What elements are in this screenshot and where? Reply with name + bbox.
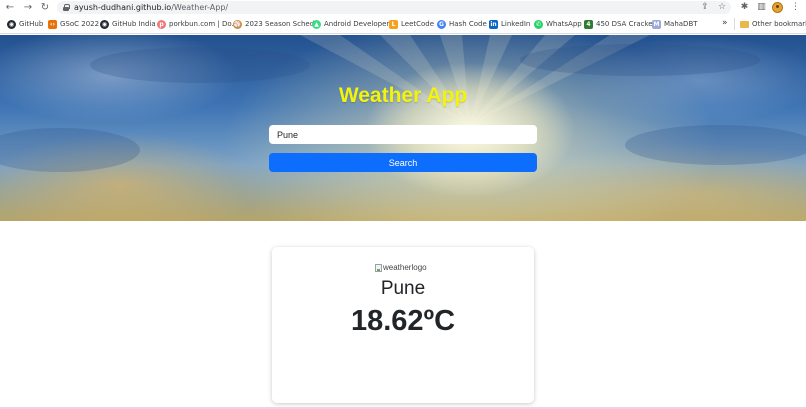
weather-logo-alt-text: weatherlogo bbox=[383, 263, 427, 272]
bookmark-gsoc[interactable]: ‹› GSoC 2022 bbox=[48, 15, 99, 33]
bookmark-github-india[interactable]: ◉ GitHub India bbox=[100, 15, 156, 33]
leetcode-icon: L bbox=[389, 19, 398, 29]
bookmarks-bar: ◉ GitHub ‹› GSoC 2022 ◉ GitHub India p porkb… bbox=[0, 15, 806, 34]
hero-banner: Weather App Search bbox=[0, 35, 806, 221]
other-bookmarks-label: Other bookmarks bbox=[752, 20, 806, 28]
menu-icon[interactable]: ⋮ bbox=[789, 1, 802, 14]
bookmark-label: LeetCode bbox=[401, 20, 435, 28]
share-icon[interactable]: ⇪ bbox=[699, 1, 711, 14]
android-icon: ▲ bbox=[312, 19, 321, 29]
baseball-icon: ⚾ bbox=[233, 19, 242, 29]
address-url[interactable]: ayush-dudhani.github.io/Weather-App/ bbox=[74, 1, 228, 14]
bookmark-mahadbt[interactable]: M MahaDBT bbox=[652, 15, 698, 33]
whatsapp-icon: ✆ bbox=[534, 19, 543, 29]
url-path: /Weather-App/ bbox=[171, 3, 229, 12]
bookmark-label: 2023 Season Sched... bbox=[245, 20, 321, 28]
bookmark-linkedin[interactable]: in LinkedIn bbox=[489, 15, 530, 33]
google-icon: G bbox=[437, 19, 446, 29]
bookmark-hash-code[interactable]: G Hash Code bbox=[437, 15, 487, 33]
bookmarks-separator bbox=[734, 18, 735, 30]
github-icon: ◉ bbox=[100, 19, 109, 29]
github-icon: ◉ bbox=[7, 19, 16, 29]
forward-icon[interactable]: → bbox=[22, 1, 34, 14]
bookmark-label: GitHub bbox=[19, 20, 44, 28]
city-name: Pune bbox=[380, 278, 426, 299]
bookmark-github[interactable]: ◉ GitHub bbox=[7, 15, 43, 33]
bookmark-label: porkbun.com | Do... bbox=[169, 20, 239, 28]
bookmark-star-icon[interactable]: ☆ bbox=[716, 1, 728, 14]
gsoc-icon: ‹› bbox=[48, 19, 57, 29]
bookmark-dsa-cracker[interactable]: 4 450 DSA Cracker bbox=[584, 15, 655, 33]
bookmark-label: Hash Code bbox=[449, 20, 487, 28]
profile-avatar[interactable] bbox=[772, 2, 783, 13]
bookmark-label: GitHub India bbox=[112, 20, 156, 28]
weather-card: weatherlogo Pune 18.62ºC bbox=[272, 247, 534, 403]
dsa-icon: 4 bbox=[584, 19, 593, 29]
bookmark-label: MahaDBT bbox=[664, 20, 698, 28]
back-icon[interactable]: ← bbox=[4, 1, 16, 14]
lock-icon[interactable] bbox=[63, 4, 70, 11]
city-search-input[interactable] bbox=[269, 125, 537, 144]
bookmark-label: 450 DSA Cracker bbox=[596, 20, 656, 28]
url-host: ayush-dudhani.github.io bbox=[74, 3, 172, 12]
bookmark-label: WhatsApp bbox=[546, 20, 582, 28]
bookmark-leetcode[interactable]: L LeetCode bbox=[389, 15, 434, 33]
address-bar[interactable]: ayush-dudhani.github.io/Weather-App/ ⇪ ☆ bbox=[57, 1, 731, 14]
bookmark-android-developers[interactable]: ▲ Android Developers bbox=[312, 15, 393, 33]
linkedin-icon: in bbox=[489, 19, 498, 29]
porkbun-icon: p bbox=[157, 19, 166, 29]
bookmark-label: LinkedIn bbox=[501, 20, 531, 28]
bookmark-label: GSoC 2022 bbox=[60, 20, 100, 28]
side-panel-icon[interactable]: ▥ bbox=[755, 1, 768, 14]
mahadbt-icon: M bbox=[652, 19, 661, 29]
other-bookmarks[interactable]: Other bookmarks bbox=[740, 15, 806, 33]
extensions-icon[interactable]: ✱ bbox=[738, 1, 751, 14]
bookmark-porkbun[interactable]: p porkbun.com | Do... bbox=[157, 15, 238, 33]
broken-image-icon bbox=[375, 263, 382, 272]
search-button[interactable]: Search bbox=[269, 153, 537, 172]
folder-icon bbox=[740, 20, 749, 28]
bookmarks-overflow-chevron-icon[interactable]: » bbox=[722, 18, 728, 28]
bookmark-label: Android Developers bbox=[324, 20, 393, 28]
app-title: Weather App bbox=[338, 84, 468, 107]
reload-icon[interactable]: ↻ bbox=[39, 1, 51, 14]
browser-toolbar: ← → ↻ ayush-dudhani.github.io/Weather-Ap… bbox=[0, 0, 806, 15]
bookmark-whatsapp[interactable]: ✆ WhatsApp bbox=[534, 15, 582, 33]
weather-logo-image: weatherlogo bbox=[375, 263, 427, 272]
bookmark-season-schedule[interactable]: ⚾ 2023 Season Sched... bbox=[233, 15, 321, 33]
temperature-value: 18.62ºC bbox=[350, 305, 456, 337]
